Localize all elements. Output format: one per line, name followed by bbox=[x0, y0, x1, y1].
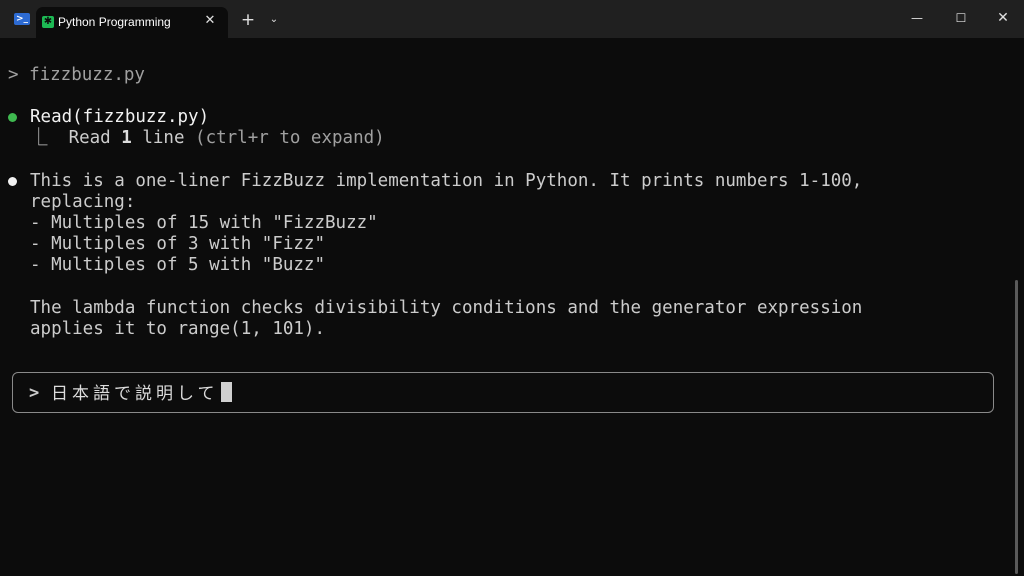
input-prompt-symbol: > bbox=[29, 383, 40, 403]
tab-python-programming[interactable]: ✱ Python Programming ✕ bbox=[36, 7, 228, 38]
chat-input-box[interactable]: > 日本語で説明して bbox=[12, 372, 994, 413]
tool-result: ⎿ Read 1 line (ctrl+r to expand) bbox=[30, 128, 385, 149]
tool-result-count: 1 bbox=[121, 128, 132, 148]
response-line: replacing: bbox=[30, 192, 136, 212]
tool-result-suffix: line bbox=[131, 128, 185, 148]
terminal-output[interactable]: > fizzbuzz.py Read(fizzbuzz.py) ⎿ Read 1… bbox=[0, 38, 1024, 576]
close-window-button[interactable]: ✕ bbox=[985, 4, 1021, 32]
minimize-button[interactable]: — bbox=[899, 4, 935, 32]
chat-input-value: 日本語で説明して bbox=[51, 384, 219, 404]
response-line: - Multiples of 3 with "Fizz" bbox=[30, 234, 326, 254]
maximize-button[interactable]: ☐ bbox=[943, 4, 979, 32]
response-line: - Multiples of 5 with "Buzz" bbox=[30, 255, 326, 275]
close-tab-button[interactable]: ✕ bbox=[202, 13, 218, 29]
tab-title: Python Programming bbox=[58, 15, 171, 29]
response-line: - Multiples of 15 with "FizzBuzz" bbox=[30, 213, 378, 233]
title-bar: >_ ✱ Python Programming ✕ + ⌄ — ☐ ✕ bbox=[0, 0, 1024, 38]
response-bullet bbox=[8, 177, 17, 186]
terminal-window: >_ ✱ Python Programming ✕ + ⌄ — ☐ ✕ > fi… bbox=[0, 0, 1024, 576]
prompt-command: > fizzbuzz.py bbox=[8, 65, 145, 85]
tool-result-prefix: ⎿ Read bbox=[30, 128, 122, 148]
tab-dropdown-button[interactable]: ⌄ bbox=[266, 12, 282, 28]
response-line: The lambda function checks divisibility … bbox=[30, 298, 863, 318]
new-tab-button[interactable]: + bbox=[239, 11, 257, 29]
tool-status-dot bbox=[8, 113, 17, 122]
response-line: This is a one-liner FizzBuzz implementat… bbox=[30, 171, 863, 191]
text-cursor bbox=[220, 382, 232, 402]
powershell-icon[interactable]: >_ bbox=[14, 13, 30, 25]
scrollbar[interactable] bbox=[1015, 280, 1018, 574]
tool-call-name: Read(fizzbuzz.py) bbox=[30, 107, 210, 127]
response-line: applies it to range(1, 101). bbox=[30, 319, 326, 339]
tool-result-hint: (ctrl+r to expand) bbox=[184, 128, 385, 148]
claude-asterisk-icon: ✱ bbox=[42, 16, 54, 28]
chat-input[interactable]: 日本語で説明して bbox=[51, 382, 232, 405]
